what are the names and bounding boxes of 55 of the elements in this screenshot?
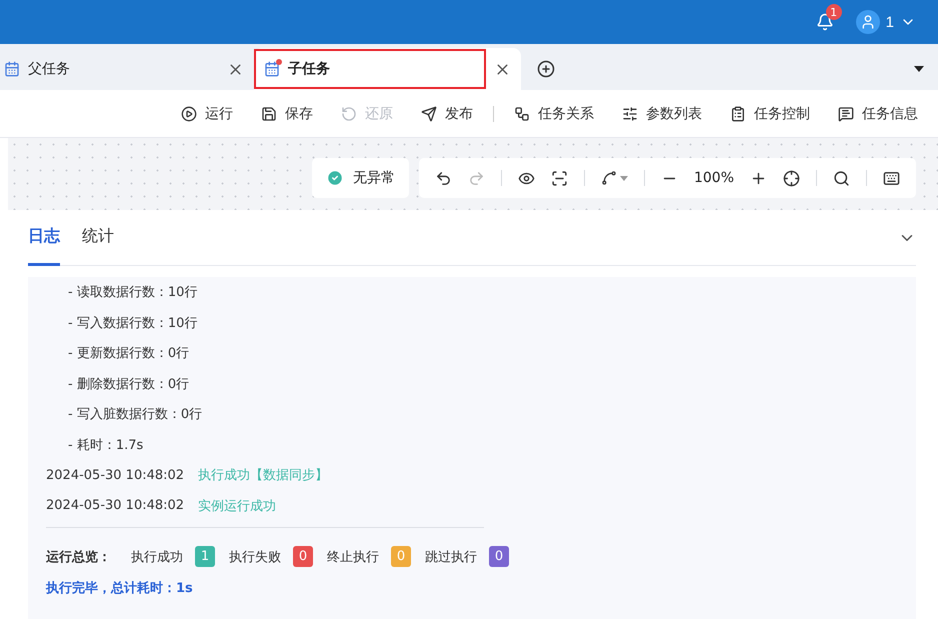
- count-badge: 0: [391, 546, 411, 567]
- check-icon: [326, 169, 344, 187]
- sliders-icon: [622, 106, 638, 122]
- log-line: - 写入脏数据行数：0行: [67, 406, 204, 424]
- toolbar-button[interactable]: 参数列表: [622, 104, 702, 122]
- locate-icon[interactable]: [783, 170, 800, 186]
- toolbar-button[interactable]: 任务信息: [838, 104, 918, 122]
- log-line: - 更新数据行数：0行: [67, 345, 190, 364]
- toolbar-button[interactable]: 发布: [421, 104, 473, 122]
- count-label: 跳过执行: [425, 548, 477, 566]
- undo-icon[interactable]: [434, 170, 452, 186]
- count-label: 终止执行: [327, 548, 379, 566]
- tab[interactable]: 父任务: [0, 48, 254, 90]
- play-icon: [181, 106, 197, 122]
- flow-icon: [514, 106, 530, 122]
- tab-label: 子任务: [288, 60, 330, 78]
- send-icon: [421, 106, 437, 122]
- add-tab-icon[interactable]: [537, 60, 555, 78]
- toolbar-button[interactable]: 运行: [181, 104, 233, 122]
- count-badge: 1: [195, 546, 215, 567]
- search-icon[interactable]: [833, 170, 850, 186]
- toolbar-button[interactable]: 保存: [261, 104, 313, 122]
- count-label: 执行失败: [229, 548, 281, 566]
- summary-label: 运行总览：: [46, 548, 111, 566]
- log-time: 2024-05-30 10:48:02: [46, 468, 184, 483]
- count-label: 执行成功: [131, 548, 183, 566]
- avatar-icon: [856, 10, 880, 34]
- tab[interactable]: 子任务: [254, 48, 521, 90]
- log-line: - 耗时：1.7s: [67, 436, 144, 455]
- count-badge: 0: [489, 546, 509, 567]
- summary-footer: 执行完毕，总计耗时：1s: [46, 579, 896, 597]
- log-line: - 删除数据行数：0行: [67, 376, 190, 394]
- log-line: - 读取数据行数：10行: [67, 284, 198, 302]
- dropdown-icon[interactable]: [914, 66, 924, 72]
- message-icon: [838, 106, 854, 122]
- restore-icon: [341, 106, 357, 122]
- log-time: 2024-05-30 10:48:02: [46, 498, 184, 514]
- toolbar-button[interactable]: 任务关系: [514, 104, 594, 122]
- log-message: 执行成功【数据同步】: [198, 467, 328, 484]
- panel-tab[interactable]: 统计: [82, 210, 114, 266]
- fit-view-icon[interactable]: [550, 170, 568, 186]
- log-line: - 写入数据行数：10行: [67, 314, 198, 333]
- zoom-level: 100%: [694, 170, 734, 186]
- keyboard-icon[interactable]: [883, 170, 900, 186]
- save-icon: [261, 106, 277, 122]
- notification-count: 1: [826, 4, 842, 20]
- clipboard-icon: [730, 106, 746, 122]
- tab-label: 父任务: [28, 60, 70, 78]
- log-message: 实例运行成功: [198, 498, 276, 515]
- connector-icon[interactable]: [600, 170, 628, 186]
- panel-tab[interactable]: 日志: [28, 210, 60, 266]
- count-badge: 0: [293, 546, 313, 567]
- toolbar-button[interactable]: 任务控制: [730, 104, 810, 122]
- user-menu[interactable]: 1: [856, 10, 916, 34]
- status-text: 无异常: [352, 169, 395, 187]
